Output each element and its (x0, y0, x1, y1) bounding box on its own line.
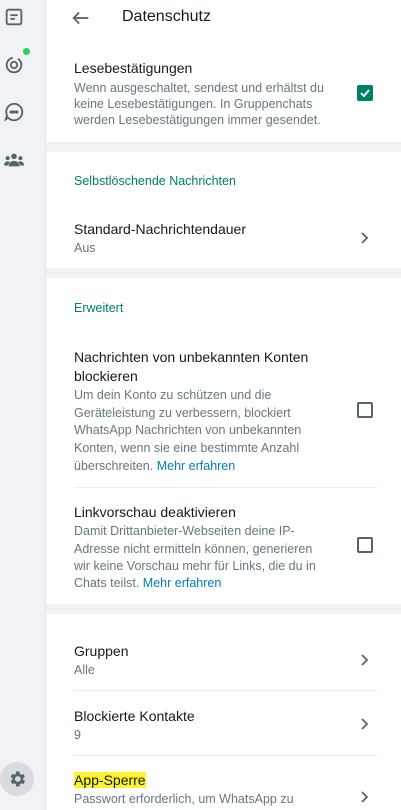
section-separator (46, 268, 401, 278)
advanced-section-title: Erweitert (74, 301, 124, 315)
read-receipts-checkbox[interactable] (357, 85, 373, 101)
chevron-right-icon (361, 718, 369, 730)
default-message-timer-title: Standard-Nachrichtendauer (74, 221, 246, 237)
link-preview-description-end: Chats teilst. (74, 576, 140, 590)
link-preview-description-line: wir keine Vorschau mehr für Links, die d… (74, 559, 316, 573)
learn-more-link[interactable]: Mehr erfahren (157, 459, 236, 473)
chevron-right-icon (361, 654, 369, 666)
privacy-panel: Datenschutz Lesebestätigungen Wenn ausge… (46, 0, 401, 810)
app-lock-title: App-Sperre (74, 771, 146, 790)
blocked-contacts-title: Blockierte Kontakte (74, 708, 195, 724)
link-preview-title: Linkvorschau deaktivieren (74, 504, 236, 520)
section-separator (46, 604, 401, 614)
block-unknown-description-line: Geräteleistung zu verbessern, blockiert (74, 406, 291, 420)
chevron-right-icon (361, 791, 369, 803)
communities-icon[interactable] (0, 146, 28, 174)
groups-title: Gruppen (74, 643, 129, 659)
block-unknown-description-line: Konten, wenn sie eine bestimmte Anzahl (74, 441, 300, 455)
chevron-right-icon (361, 232, 369, 244)
status-unread-dot (23, 48, 30, 55)
block-unknown-title-line: Nachrichten von unbekannten Konten (74, 349, 309, 365)
panel-header: Datenschutz (46, 0, 401, 36)
link-preview-description-line: Chats teilst. Mehr erfahren (74, 574, 221, 592)
learn-more-link[interactable]: Mehr erfahren (143, 576, 222, 590)
blocked-contacts-count: 9 (74, 728, 81, 742)
block-unknown-description-line: überschreiten. Mehr erfahren (74, 457, 235, 475)
section-separator (46, 142, 401, 152)
block-unknown-checkbox[interactable] (357, 402, 373, 418)
row-divider (74, 690, 377, 691)
app-lock-title-text: App-Sperre (74, 772, 146, 788)
page-title: Datenschutz (122, 8, 211, 25)
channels-icon[interactable] (0, 98, 28, 126)
link-preview-description-line: Adresse nicht ermitteln können, generier… (74, 542, 313, 556)
settings-button[interactable] (0, 762, 34, 796)
block-unknown-title-line: blockieren (74, 368, 138, 384)
app-lock-description: Passwort erforderlich, um WhatsApp zu (74, 792, 294, 806)
chats-icon[interactable] (0, 3, 28, 31)
read-receipts-description-line: werden Lesebestätigungen immer gesendet. (74, 113, 321, 127)
block-unknown-description-end: überschreiten. (74, 459, 154, 473)
row-divider (74, 487, 377, 488)
read-receipts-title: Lesebestätigungen (74, 60, 193, 76)
groups-value: Alle (74, 663, 95, 677)
nav-rail (0, 0, 46, 810)
block-unknown-description-line: Um dein Konto zu schützen und die (74, 388, 272, 402)
disappearing-section-title: Selbstlöschende Nachrichten (74, 174, 236, 188)
status-icon[interactable] (0, 51, 28, 79)
block-unknown-description-line: WhatsApp Nachrichten von unbekannten (74, 423, 302, 437)
back-arrow-icon[interactable] (70, 7, 92, 29)
default-message-timer-value: Aus (74, 241, 96, 255)
link-preview-description-line: Damit Drittanbieter-Webseiten deine IP- (74, 524, 295, 538)
link-preview-checkbox[interactable] (357, 537, 373, 553)
row-divider (74, 755, 377, 756)
settings-icon (10, 771, 25, 787)
